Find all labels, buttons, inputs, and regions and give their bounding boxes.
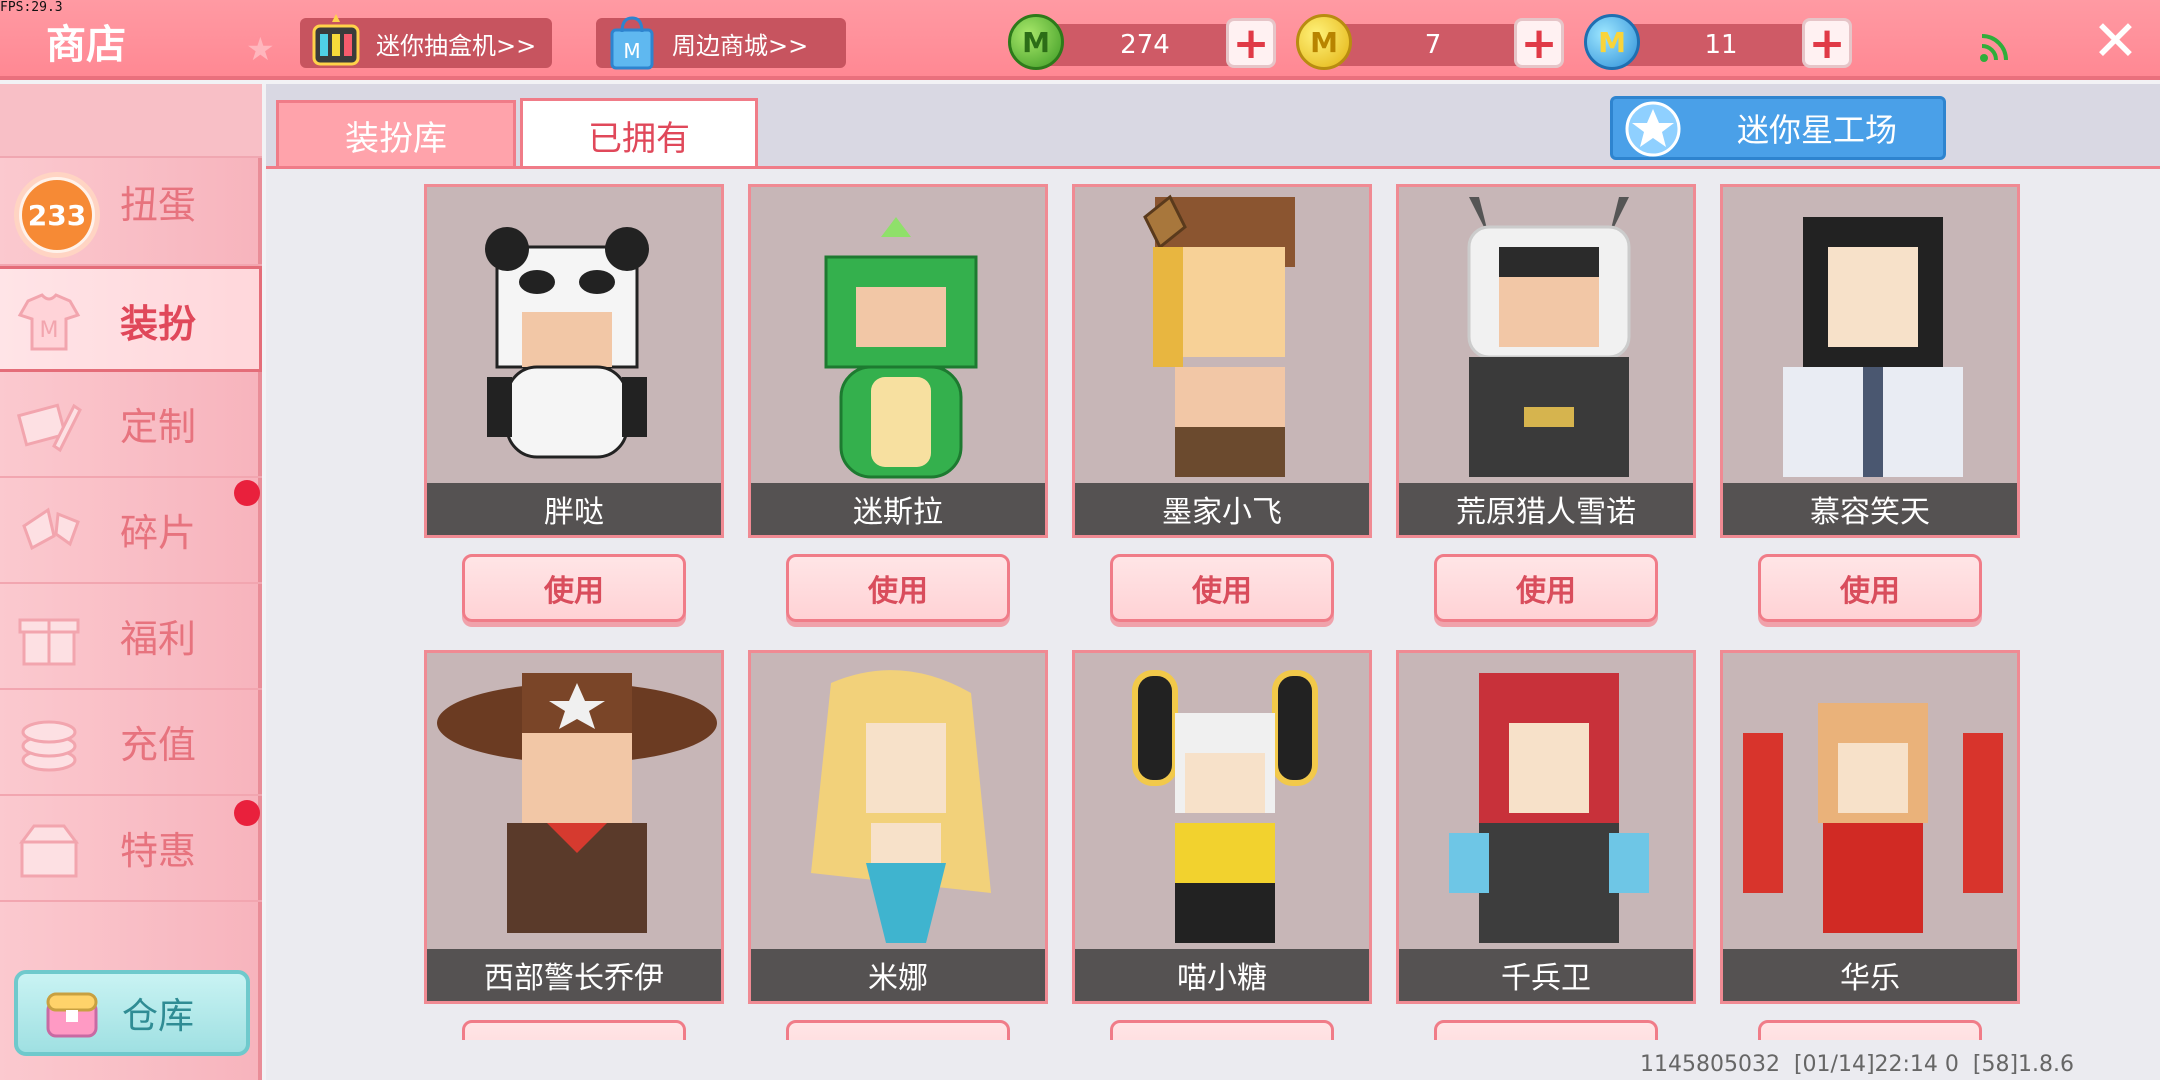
use-button[interactable]: 使用 <box>1110 554 1334 622</box>
tab-dressup-library[interactable]: 装扮库 <box>276 100 516 168</box>
sidebar-item-special-offer[interactable]: 特惠 <box>0 796 262 902</box>
sidebar-item-label: 福利 <box>120 617 197 661</box>
sidebar-item-dressup[interactable]: M 装扮 <box>0 266 262 372</box>
skin-name: 米娜 <box>751 949 1045 1001</box>
sidebar-header <box>0 84 262 158</box>
skin-name: 华乐 <box>1723 949 2017 1001</box>
sheriff-avatar-icon <box>437 673 717 933</box>
star-badge-icon <box>1625 101 1681 157</box>
sidebar-item-label: 装扮 <box>120 302 197 346</box>
skin-name: 迷斯拉 <box>751 483 1045 535</box>
warehouse-button[interactable]: 仓库 <box>14 970 250 1056</box>
sidebar-item-label: 扭蛋 <box>120 183 197 227</box>
skin-name: 胖哒 <box>427 483 721 535</box>
coin-stack-icon <box>21 720 77 772</box>
star-decoration-icon: ★ <box>246 30 275 68</box>
skin-card[interactable]: 墨家小飞 <box>1072 184 1372 538</box>
version-info: 1145805032 [01/14]22:14 0 [58]1.8.6 <box>1640 1052 2075 1077</box>
skin-name: 喵小糖 <box>1075 949 1369 1001</box>
sidebar-item-welfare[interactable]: 福利 <box>0 584 262 690</box>
pencil-ruler-icon <box>16 403 82 453</box>
treasure-box-icon <box>19 824 79 878</box>
add-currency-2-button[interactable]: + <box>1514 18 1564 69</box>
murong-avatar-icon <box>1783 217 1963 477</box>
skin-name: 荒原猎人雪诺 <box>1399 483 1693 535</box>
skin-card[interactable]: 迷斯拉 <box>748 184 1048 538</box>
skin-card[interactable]: 西部警长乔伊 <box>424 650 724 1004</box>
skin-card[interactable]: 胖哒 <box>424 184 724 538</box>
currency-3-amount: 11 <box>1616 24 1826 66</box>
skin-card[interactable]: 华乐 <box>1720 650 2020 1004</box>
gold-mini-coin-icon: M <box>1296 14 1352 70</box>
gacha-badge-count: 233 <box>22 180 92 250</box>
mohist-avatar-icon <box>1143 194 1295 477</box>
currency-1-amount: 274 <box>1040 24 1250 66</box>
svg-text:M: M <box>623 39 640 63</box>
cat-candy-avatar-icon <box>1132 670 1318 943</box>
currency-2-amount: 7 <box>1328 24 1538 66</box>
skin-name: 千兵卫 <box>1399 949 1693 1001</box>
notification-dot <box>234 480 260 506</box>
signal-icon <box>1980 34 2008 62</box>
sidebar-item-label: 定制 <box>120 405 197 449</box>
sidebar-item-label: 碎片 <box>120 511 197 555</box>
svg-text:M: M <box>40 318 59 343</box>
shopping-bag-icon: M <box>610 16 654 70</box>
merch-mall-label: 周边商城>> <box>672 31 809 60</box>
warehouse-chest-icon <box>46 992 98 1038</box>
add-currency-3-button[interactable]: + <box>1802 18 1852 69</box>
use-button[interactable]: 使用 <box>1758 554 1982 622</box>
use-button[interactable]: 使用 <box>1434 554 1658 622</box>
tv-gacha-icon <box>312 14 360 66</box>
skin-name: 慕容笑天 <box>1723 483 2017 535</box>
tshirt-icon: M <box>17 293 81 351</box>
gift-box-icon <box>18 618 80 666</box>
warehouse-label: 仓库 <box>122 996 195 1037</box>
skin-card[interactable]: 荒原猎人雪诺 <box>1396 184 1696 538</box>
blue-mini-coin-icon: M <box>1584 14 1640 70</box>
green-mini-bean-icon: M <box>1008 14 1064 70</box>
skin-card[interactable]: 米娜 <box>748 650 1048 1004</box>
notification-dot <box>234 800 260 826</box>
skin-card[interactable]: 喵小糖 <box>1072 650 1372 1004</box>
gacha-machine-button[interactable]: 迷你抽盒机>> <box>300 14 553 68</box>
samurai-avatar-icon <box>1449 673 1649 943</box>
skin-name: 西部警长乔伊 <box>427 949 721 1001</box>
panda-avatar-icon <box>485 227 649 459</box>
sidebar-item-recharge[interactable]: 充值 <box>0 690 262 796</box>
close-icon[interactable]: ✕ <box>2092 14 2139 70</box>
sidebar-item-fragments[interactable]: 碎片 <box>0 478 262 584</box>
workshop-label: 迷你星工场 <box>1737 111 1898 149</box>
merch-mall-button[interactable]: M 周边商城>> <box>596 16 846 70</box>
gacha-machine-label: 迷你抽盒机>> <box>376 31 537 60</box>
mermaid-avatar-icon <box>811 670 991 943</box>
page-title: 商店 <box>46 22 126 68</box>
skin-card[interactable]: 慕容笑天 <box>1720 184 2020 538</box>
sidebar-item-custom[interactable]: 定制 <box>0 372 262 478</box>
sidebar-item-label: 充值 <box>120 723 197 767</box>
top-bar: FPS:29.3 商店 ★ 迷你抽盒机>> M 周边商城>> 274 M + 7… <box>0 0 2160 80</box>
fragments-icon <box>22 507 80 551</box>
skin-name: 墨家小飞 <box>1075 483 1369 535</box>
add-currency-1-button[interactable]: + <box>1226 18 1276 69</box>
wilderness-hunter-avatar-icon <box>1467 197 1631 477</box>
gacha-badge: 233 <box>14 172 100 258</box>
use-button[interactable]: 使用 <box>462 554 686 622</box>
skin-card[interactable]: 千兵卫 <box>1396 650 1696 1004</box>
use-button[interactable]: 使用 <box>786 554 1010 622</box>
dinosaur-avatar-icon <box>824 217 978 479</box>
sidebar-item-label: 特惠 <box>120 829 197 873</box>
mini-star-workshop-button[interactable]: 迷你星工场 <box>1610 96 1946 160</box>
tab-owned[interactable]: 已拥有 <box>520 98 758 170</box>
huale-avatar-icon <box>1743 703 2003 933</box>
